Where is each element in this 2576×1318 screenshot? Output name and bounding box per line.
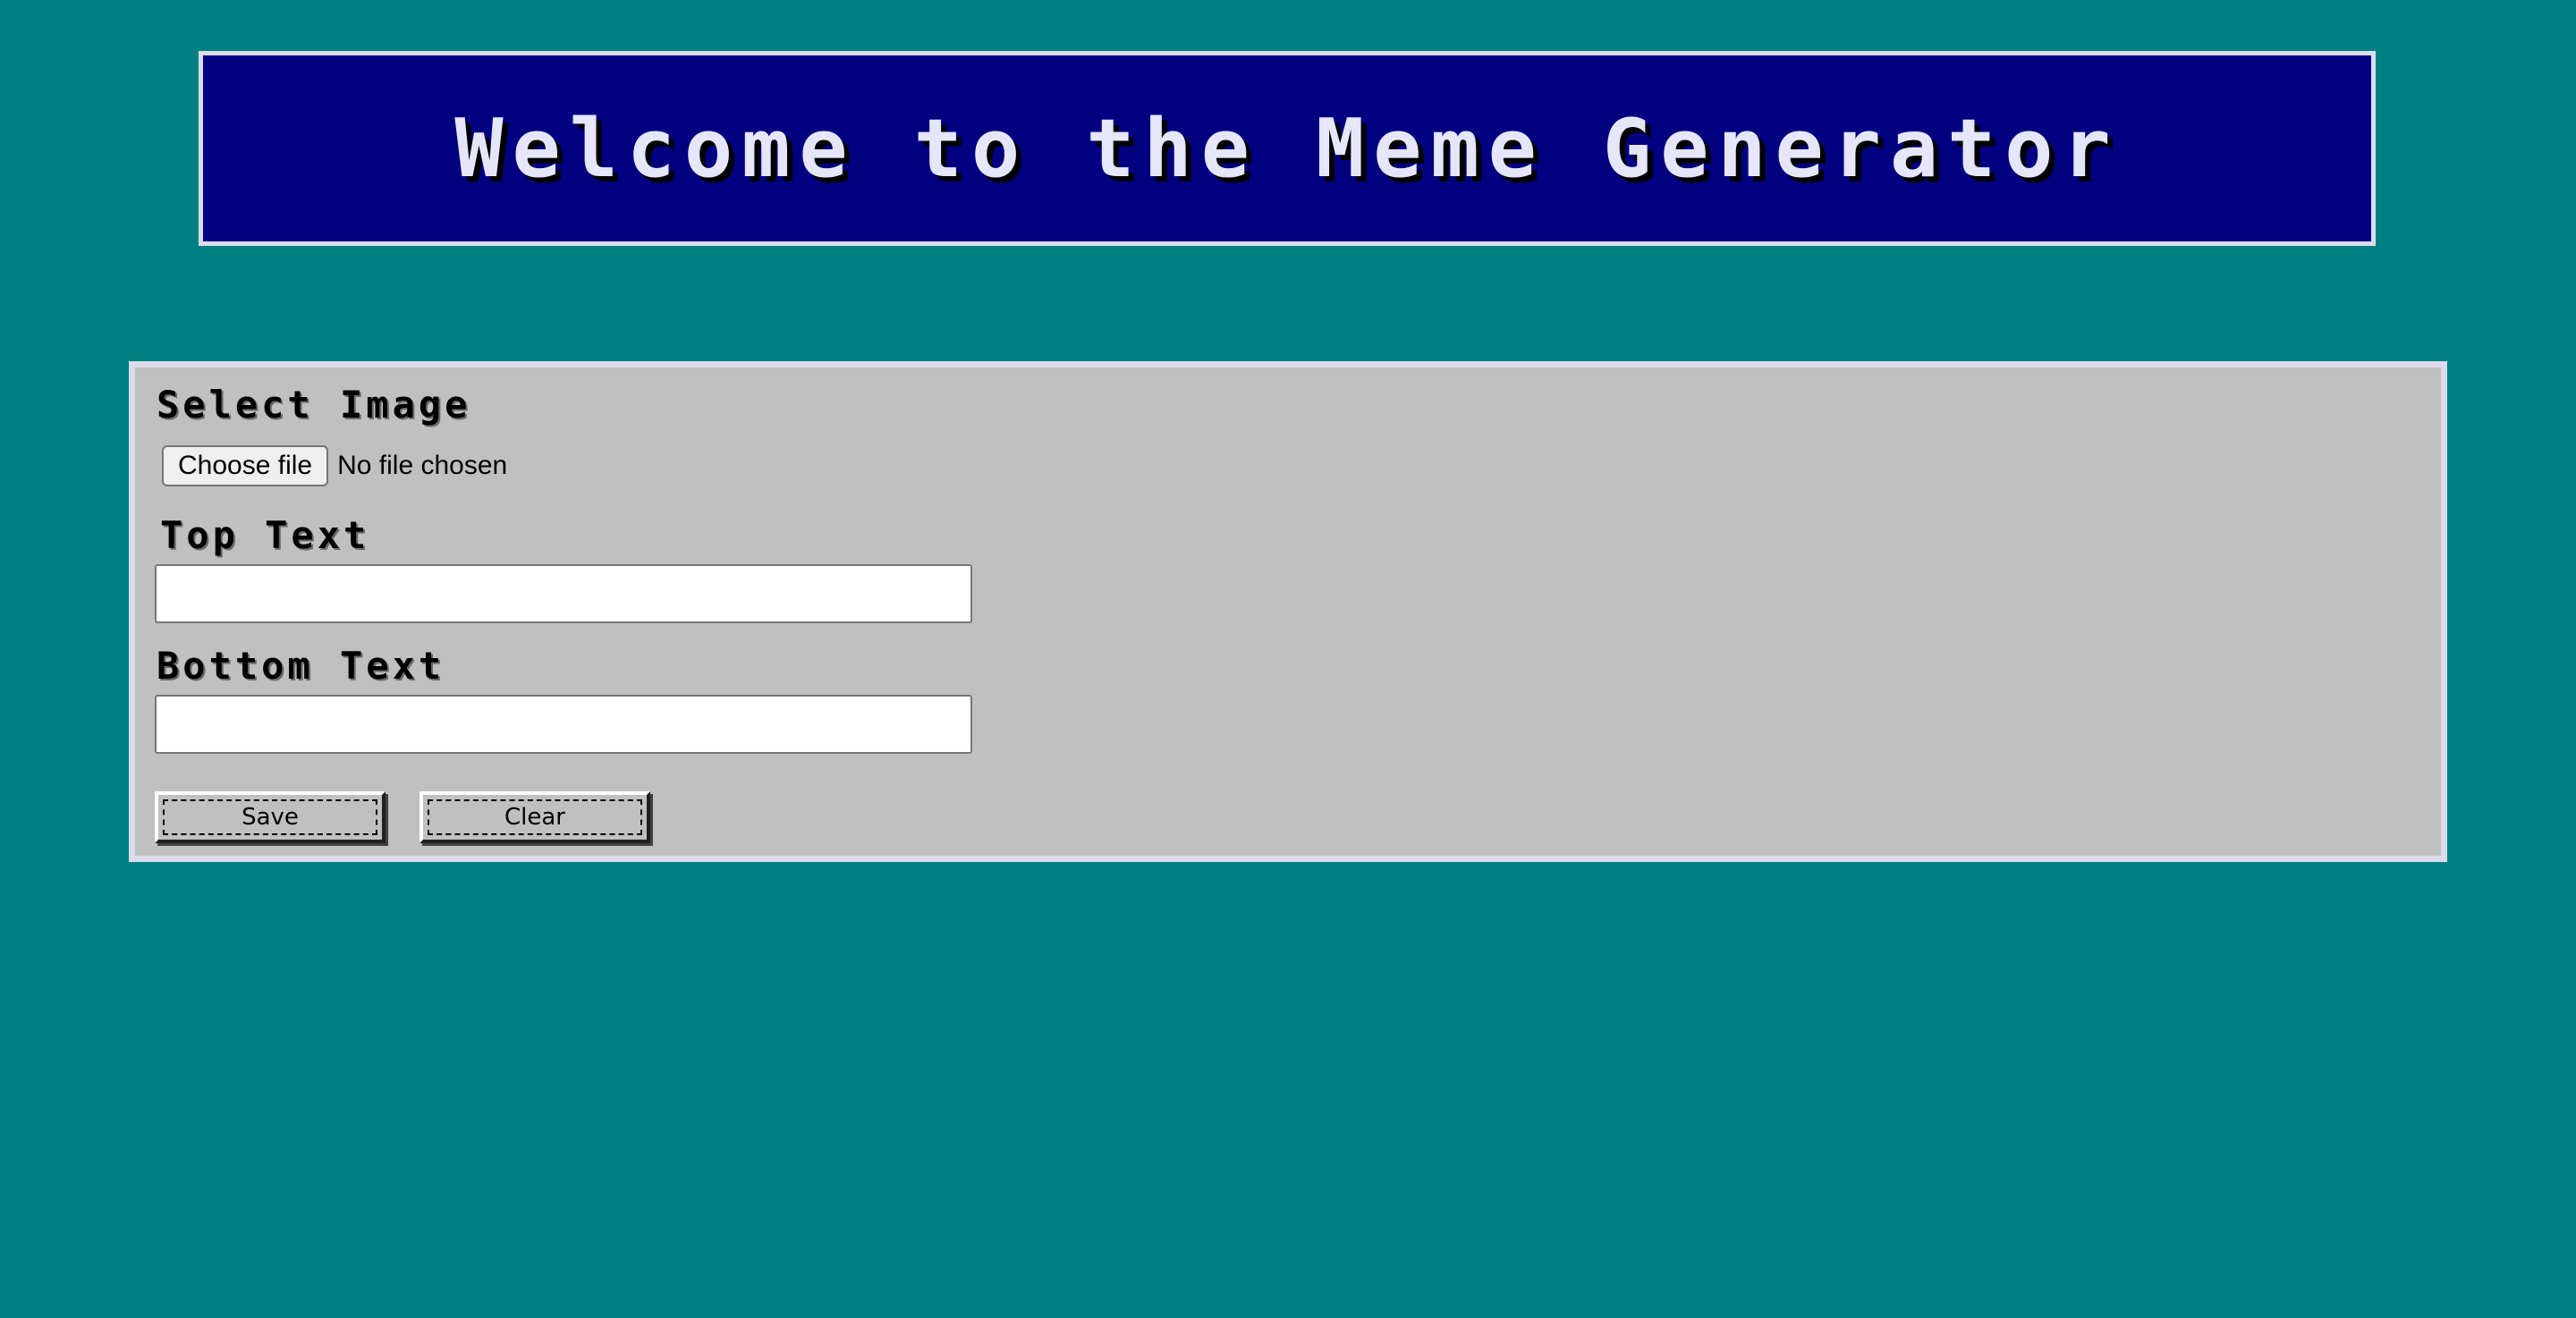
file-status-text: No file chosen (337, 451, 508, 480)
top-text-input[interactable] (155, 564, 972, 623)
bottom-text-input[interactable] (155, 695, 972, 754)
save-button[interactable]: Save (155, 791, 386, 843)
select-image-label: Select Image (157, 383, 471, 427)
meme-form-panel: Select Image Choose file No file chosen … (129, 361, 2447, 862)
bottom-text-label: Bottom Text (157, 644, 445, 688)
save-button-label: Save (163, 799, 377, 835)
page-title: Welcome to the Meme Generator (454, 101, 2120, 196)
clear-button[interactable]: Clear (419, 791, 650, 843)
page-header: Welcome to the Meme Generator (199, 51, 2376, 246)
choose-file-button[interactable]: Choose file (162, 445, 329, 486)
top-text-label: Top Text (160, 513, 370, 557)
clear-button-label: Clear (428, 799, 642, 835)
file-picker: Choose file No file chosen (162, 445, 507, 486)
